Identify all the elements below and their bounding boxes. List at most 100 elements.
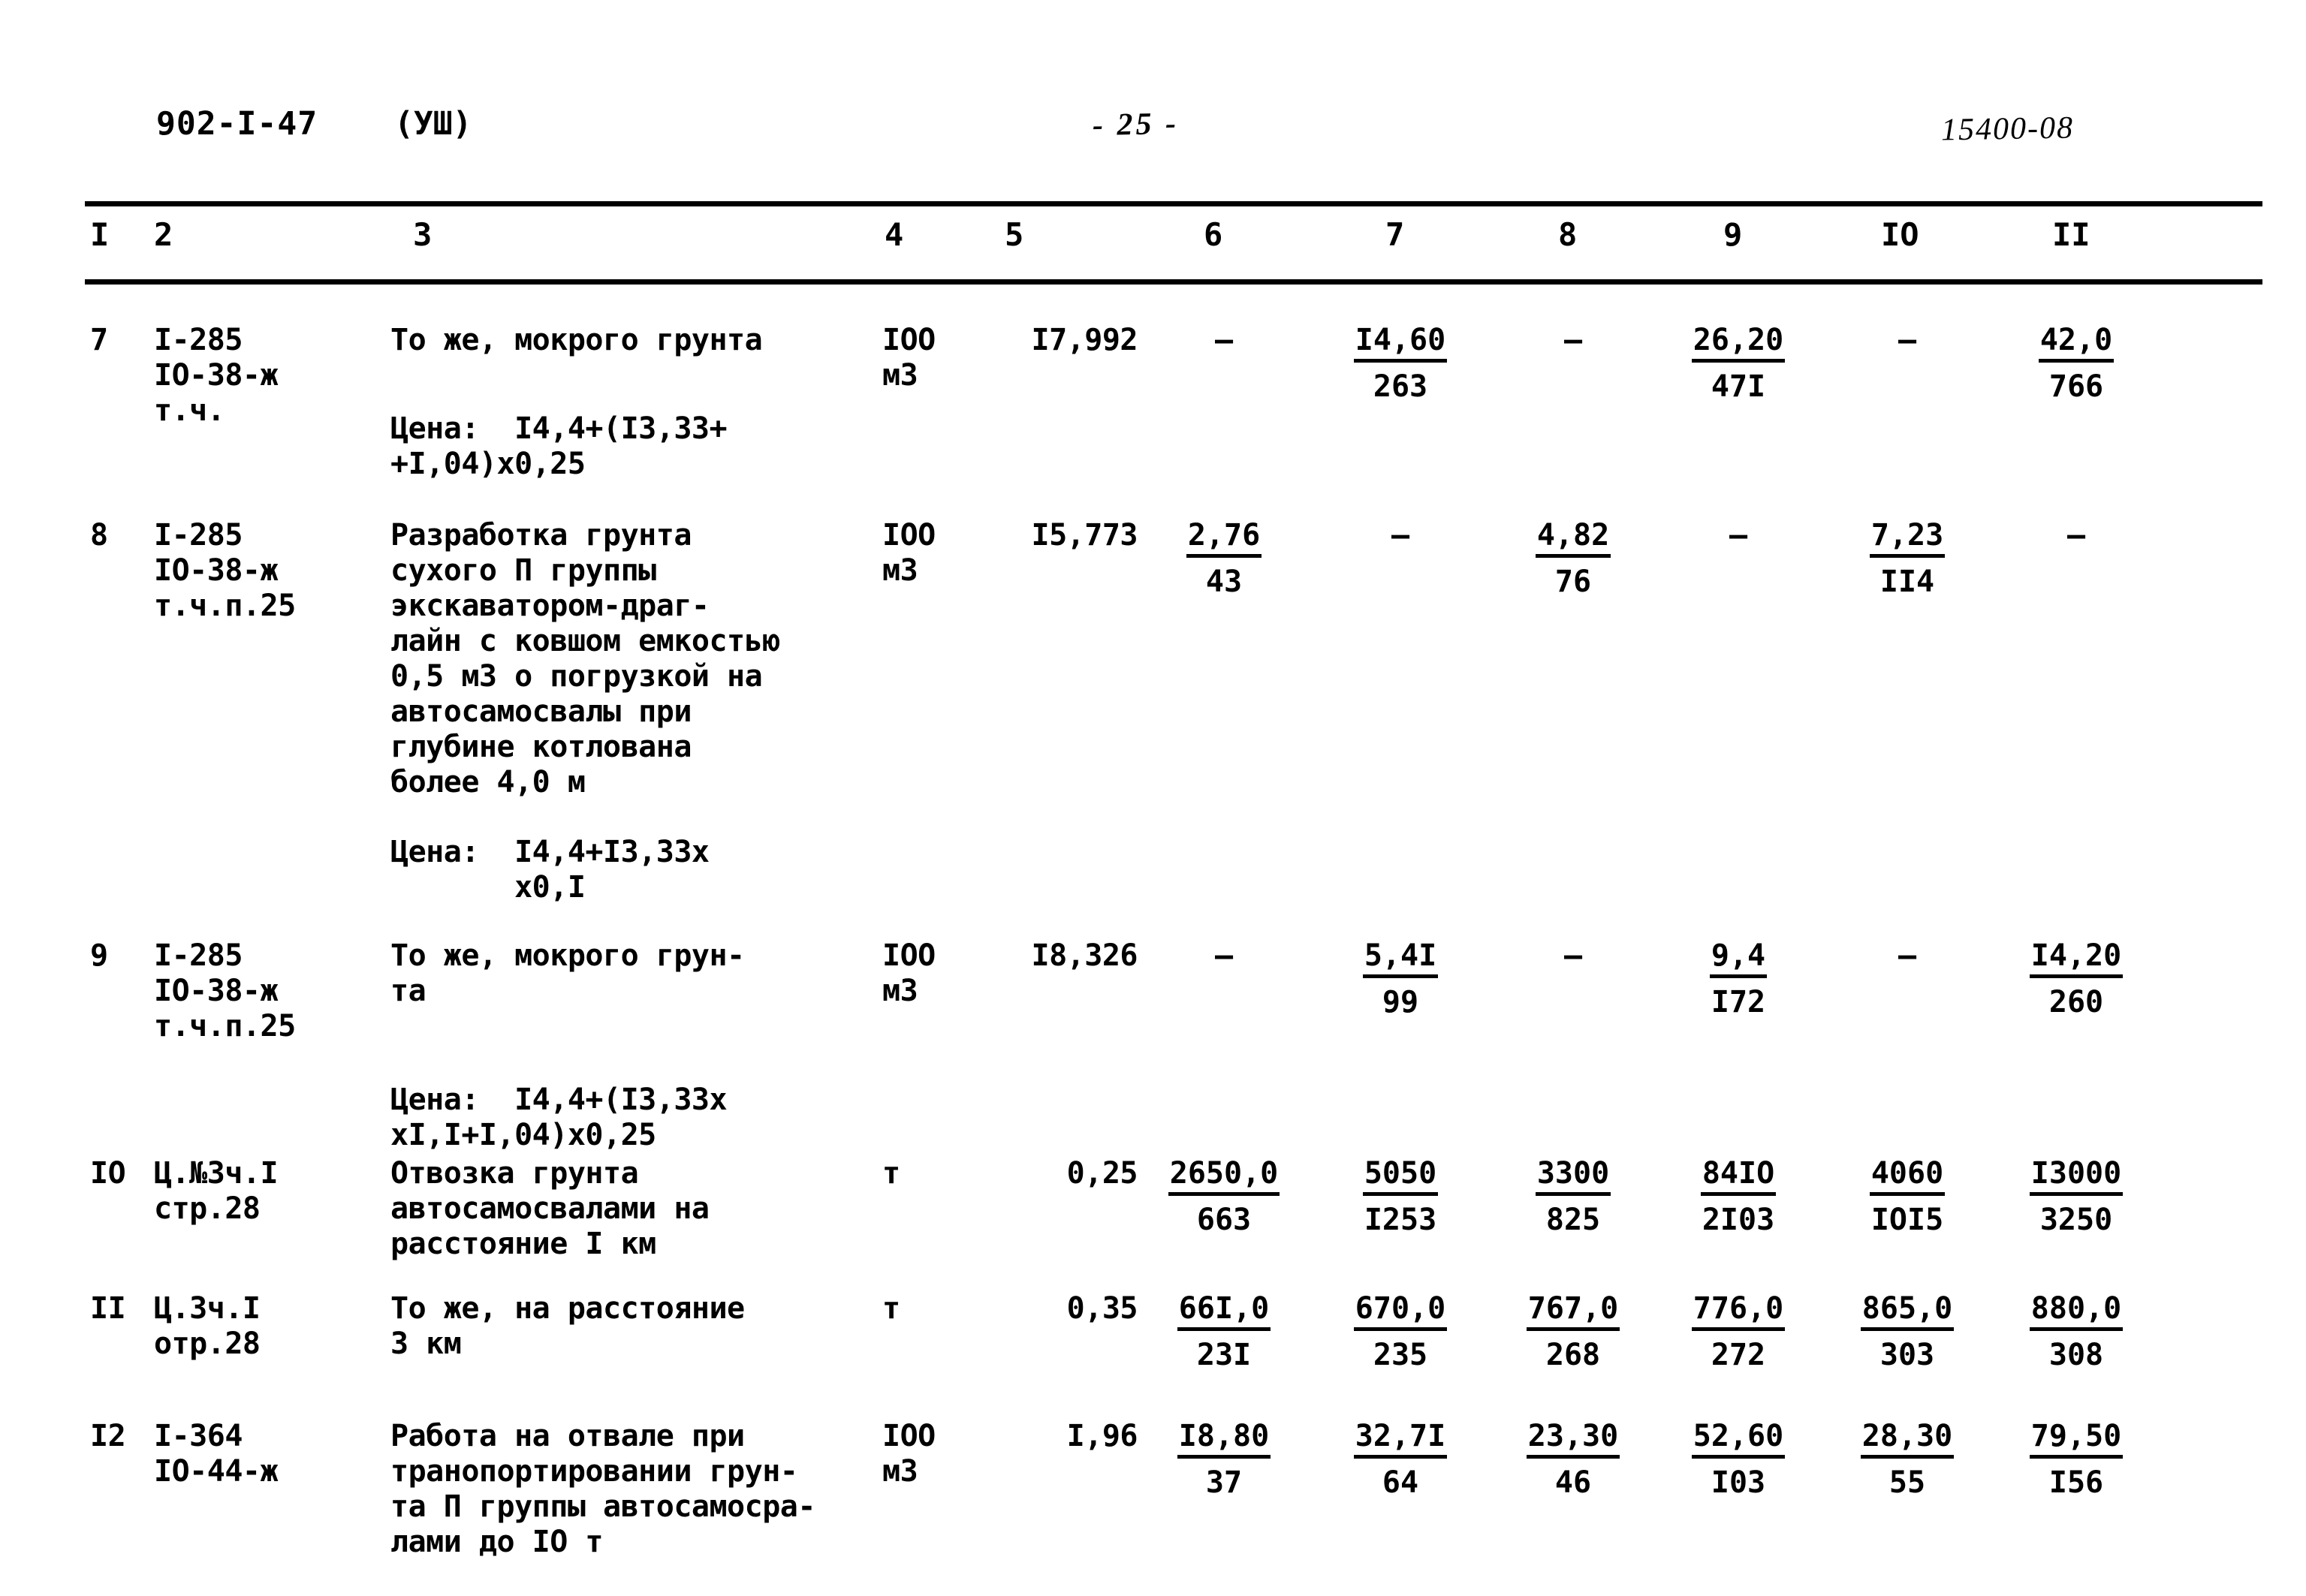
row-value-col8: 4,82 76 (1498, 518, 1648, 600)
value-denominator: 43 (1205, 565, 1243, 599)
row-value-col6: I8,80 37 (1149, 1419, 1299, 1501)
value-numerator: 26,20 (1691, 323, 1786, 363)
value-numerator: 42,0 (2038, 323, 2115, 363)
value-denominator: I253 (1364, 1203, 1437, 1237)
table-column-numbers: I 2 3 4 5 6 7 8 9 IO II (0, 216, 2306, 276)
row-quantity: I5,773 (1031, 518, 1138, 553)
value-numerator: 5050 (1362, 1156, 1439, 1196)
row-value-col10: 4060 IOI5 (1832, 1156, 1982, 1238)
column-number-10: IO (1881, 216, 1919, 253)
value-denominator: 303 (1879, 1338, 1935, 1372)
value-numerator: 4,82 (1535, 518, 1611, 558)
value-denominator: 272 (1711, 1338, 1766, 1372)
value-denominator: 263 (1373, 369, 1428, 404)
row-description: Работа на отвале при транопортировании г… (390, 1419, 815, 1559)
row-value-col6: 2,76 43 (1149, 518, 1299, 600)
value-denominator: 2I03 (1702, 1203, 1775, 1237)
row-value-col6: 66I,0 23I (1149, 1291, 1299, 1373)
row-value-col11: I4,20 260 (2001, 938, 2151, 1020)
value-numerator: – (1898, 938, 1917, 973)
table-header-rule (85, 279, 2262, 285)
value-denominator: I56 (2048, 1465, 2104, 1500)
value-denominator: 663 (1196, 1203, 1252, 1237)
value-numerator: – (1898, 323, 1917, 357)
value-numerator: 767,0 (1526, 1291, 1620, 1331)
row-value-col11: – (2001, 518, 2151, 554)
row-description: То же, на расстояние 3 км (390, 1291, 745, 1361)
row-code: Ц.3ч.I отр.28 (154, 1291, 261, 1361)
row-value-col11: I3000 3250 (2001, 1156, 2151, 1238)
row-price-formula: Цена: I4,4+(I3,33+ +I,04)х0,25 (390, 411, 728, 481)
row-quantity: I8,326 (1031, 938, 1138, 973)
row-value-col7: – (1325, 518, 1476, 554)
value-numerator: – (1563, 323, 1583, 357)
value-denominator: 235 (1373, 1338, 1428, 1372)
value-numerator: 880,0 (2029, 1291, 2124, 1331)
value-numerator: 2650,0 (1168, 1156, 1280, 1196)
row-code: I-285 IO-38-ж т.ч. (154, 323, 279, 428)
row-description: То же, мокрого грунта (390, 323, 763, 357)
value-numerator: I8,80 (1177, 1419, 1271, 1459)
column-number-11: II (2052, 216, 2090, 253)
value-numerator: 28,30 (1860, 1419, 1955, 1459)
table-top-rule (85, 201, 2262, 206)
value-denominator: 3250 (2039, 1203, 2113, 1237)
row-value-col7: 5,4I 99 (1325, 938, 1476, 1020)
page-number: - 25 - (1092, 106, 1180, 143)
value-denominator: 308 (2048, 1338, 2104, 1372)
value-numerator: 776,0 (1691, 1291, 1786, 1331)
column-number-9: 9 (1723, 216, 1743, 253)
document-page: 902-I-47 (УШ) - 25 - 15400-08 I 2 3 4 5 … (0, 0, 2306, 1596)
value-numerator: 32,7I (1353, 1419, 1448, 1459)
row-code: Ц.№3ч.I стр.28 (154, 1156, 279, 1226)
column-number-1: I (90, 216, 110, 253)
value-numerator: 865,0 (1860, 1291, 1955, 1331)
row-code: I-285 IO-38-ж т.ч.п.25 (154, 518, 296, 623)
row-value-col9: – (1663, 518, 1813, 554)
value-numerator: – (1391, 518, 1410, 553)
row-price-formula: Цена: I4,4+(I3,33х хI,I+I,04)х0,25 (390, 1083, 728, 1152)
value-denominator: 766 (2048, 369, 2104, 404)
value-numerator: 79,50 (2029, 1419, 2124, 1459)
row-price-formula: Цена: I4,4+I3,33х х0,I (390, 835, 710, 905)
sheet-code: 15400-08 (1940, 110, 2075, 148)
row-quantity: 0,35 (1066, 1291, 1138, 1326)
column-number-5: 5 (1005, 216, 1024, 253)
row-value-col10: 28,30 55 (1832, 1419, 1982, 1501)
value-denominator: IOI5 (1870, 1203, 1944, 1237)
column-number-2: 2 (154, 216, 173, 253)
row-number: II (90, 1291, 126, 1326)
value-numerator: 7,23 (1869, 518, 1946, 558)
row-value-col8: 767,0 268 (1498, 1291, 1648, 1373)
row-unit: IOO м3 (882, 938, 936, 1008)
row-quantity: I,96 (1066, 1419, 1138, 1453)
value-numerator: – (1214, 938, 1234, 973)
row-value-col7: I4,60 263 (1325, 323, 1476, 405)
row-value-col9: 84IO 2I03 (1663, 1156, 1813, 1238)
row-value-col9: 776,0 272 (1663, 1291, 1813, 1373)
document-code: 902-I-47 (156, 105, 318, 143)
row-value-col8: – (1498, 938, 1648, 974)
row-unit: IOO м3 (882, 323, 936, 393)
row-unit: IOO м3 (882, 518, 936, 588)
row-number: 8 (90, 518, 108, 553)
row-value-col10: – (1832, 938, 1982, 974)
value-denominator: 268 (1545, 1338, 1601, 1372)
value-numerator: – (1214, 323, 1234, 357)
value-denominator: 260 (2048, 985, 2104, 1019)
row-value-col7: 5050 I253 (1325, 1156, 1476, 1238)
row-value-col6: 2650,0 663 (1149, 1156, 1299, 1238)
column-number-7: 7 (1385, 216, 1405, 253)
row-value-col11: 79,50 I56 (2001, 1419, 2151, 1501)
value-denominator: I72 (1711, 985, 1766, 1019)
document-variant: (УШ) (394, 105, 472, 143)
value-numerator: 2,76 (1186, 518, 1262, 558)
value-denominator: 23I (1196, 1338, 1252, 1372)
row-number: 7 (90, 323, 108, 357)
value-numerator: 84IO (1700, 1156, 1777, 1196)
value-numerator: I4,20 (2029, 938, 2124, 978)
value-denominator: 99 (1382, 985, 1419, 1019)
row-value-col10: 7,23 II4 (1832, 518, 1982, 600)
row-value-col9: 26,20 47I (1663, 323, 1813, 405)
row-description: Разработка грунта сухого П группы экскав… (390, 518, 780, 800)
